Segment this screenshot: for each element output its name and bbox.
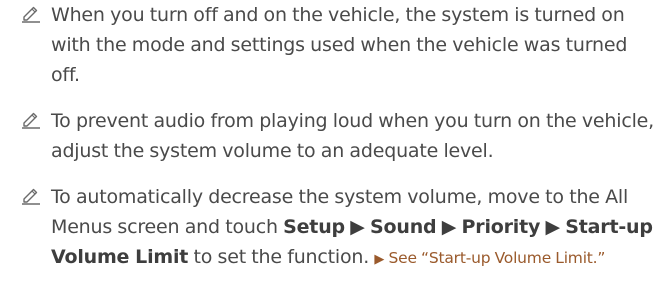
path-separator: ▶ <box>545 216 561 238</box>
pencil-note-icon <box>22 6 40 23</box>
reference-label: See “Start-up Volume Limit.” <box>388 249 606 267</box>
see-reference-link[interactable]: ▶ See “Start-up Volume Limit.” <box>374 249 605 267</box>
menu-path-sound: Sound <box>370 216 437 238</box>
menu-path-setup: Setup <box>283 216 345 238</box>
path-separator: ▶ <box>441 216 457 238</box>
path-separator: ▶ <box>350 216 365 238</box>
note-text: When you turn off and on the vehicle, th… <box>51 4 628 86</box>
note-text: To prevent audio from playing loud when … <box>51 110 654 162</box>
pencil-note-icon <box>22 188 40 205</box>
reference-arrow-icon: ▶ <box>374 252 385 267</box>
pencil-note-icon <box>22 112 40 129</box>
menu-path-priority: Priority <box>461 216 541 238</box>
note-text: To automatically decrease the system vol… <box>51 182 656 275</box>
note-after-path: to set the function. <box>188 246 375 268</box>
